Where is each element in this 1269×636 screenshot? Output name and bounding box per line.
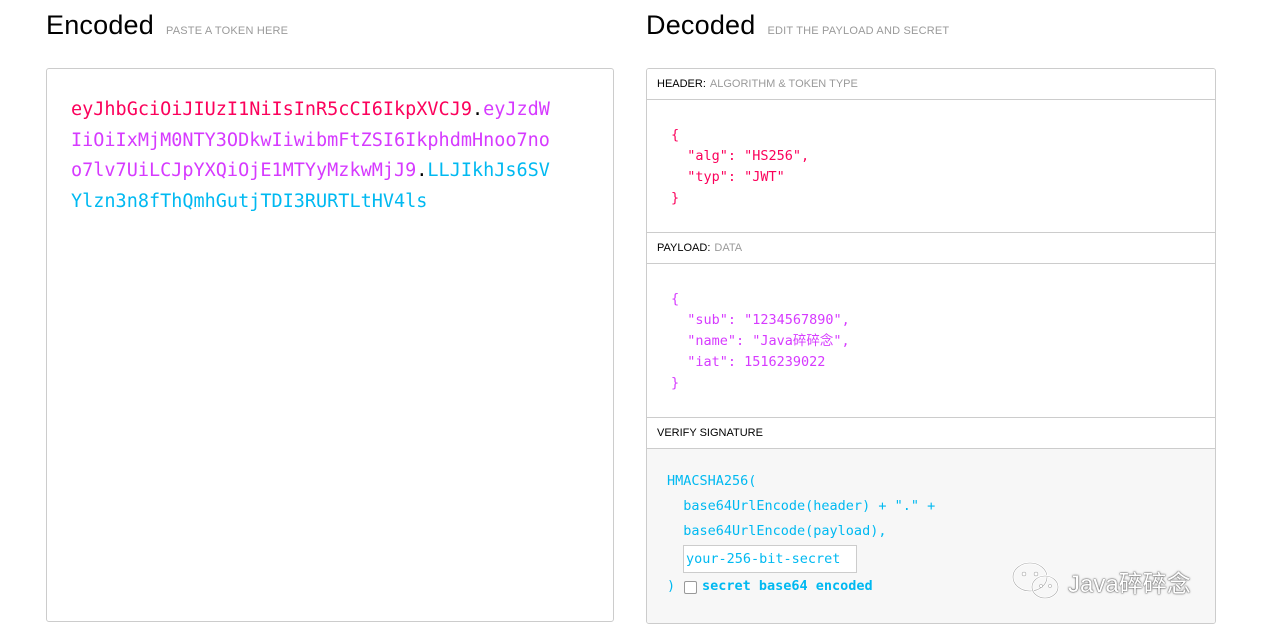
payload-section-title: PAYLOAD: DATA <box>647 233 1215 264</box>
json-line: } <box>671 375 680 391</box>
watermark-text: Java碎碎念 <box>1068 570 1191 598</box>
json-line: { <box>671 291 680 307</box>
watermark: Java碎碎念 <box>1010 560 1191 602</box>
secret-input[interactable]: your-256-bit-secret <box>683 545 857 573</box>
payload-json-editor[interactable]: { "sub": "1234567890", "name": "Java碎碎念"… <box>647 264 1215 418</box>
token-separator: . <box>471 99 484 120</box>
encoded-token-editor[interactable]: eyJhbGciOiJIUzI1NiIsInR5cCI6IkpXVCJ9.eyJ… <box>46 68 614 622</box>
json-line: } <box>671 190 680 206</box>
json-line: "alg": "HS256", <box>671 148 810 164</box>
wechat-icon <box>1011 561 1060 600</box>
decoded-title: Decoded <box>646 10 756 40</box>
payload-sublabel: DATA <box>714 242 743 254</box>
header-label: HEADER: <box>657 78 706 90</box>
verify-section-title: VERIFY SIGNATURE <box>647 418 1215 449</box>
token-header-part: eyJhbGciOiJIUzI1NiIsInR5cCI6IkpXVCJ9 <box>71 99 472 120</box>
payload-label: PAYLOAD: <box>657 242 711 254</box>
encoded-subtitle: PASTE A TOKEN HERE <box>166 25 289 37</box>
encoded-title: Encoded <box>46 10 154 40</box>
json-line: "typ": "JWT" <box>671 169 785 185</box>
json-line: "name": "Java碎碎念", <box>671 333 850 349</box>
header-sublabel: ALGORITHM & TOKEN TYPE <box>709 78 858 90</box>
decoded-panel: HEADER: ALGORITHM & TOKEN TYPE { "alg": "… <box>646 68 1216 624</box>
jwt-debugger: Encoded PASTE A TOKEN HERE Decoded EDIT … <box>0 0 1269 636</box>
json-line: { <box>671 127 680 143</box>
base64-label[interactable]: secret base64 encoded <box>702 578 873 594</box>
json-line: "sub": "1234567890", <box>671 312 850 328</box>
base64-checkbox[interactable] <box>684 581 697 594</box>
hmac-arg-header: base64UrlEncode(header) + "." + <box>667 498 936 514</box>
json-line: "iat": 1516239022 <box>671 354 826 370</box>
decoded-heading: Decoded EDIT THE PAYLOAD AND SECRET <box>646 10 949 41</box>
token-text[interactable]: eyJhbGciOiJIUzI1NiIsInR5cCI6IkpXVCJ9.eyJ… <box>71 95 555 217</box>
token-separator: . <box>416 160 428 181</box>
hmac-arg-payload: base64UrlEncode(payload), <box>667 523 887 539</box>
encoded-heading: Encoded PASTE A TOKEN HERE <box>46 10 288 41</box>
hmac-function-open: HMACSHA256( <box>667 473 757 489</box>
header-json-editor[interactable]: { "alg": "HS256", "typ": "JWT" } <box>647 100 1215 233</box>
header-section-title: HEADER: ALGORITHM & TOKEN TYPE <box>647 69 1215 100</box>
hmac-function-close: ) <box>667 578 676 594</box>
decoded-subtitle: EDIT THE PAYLOAD AND SECRET <box>767 25 950 37</box>
